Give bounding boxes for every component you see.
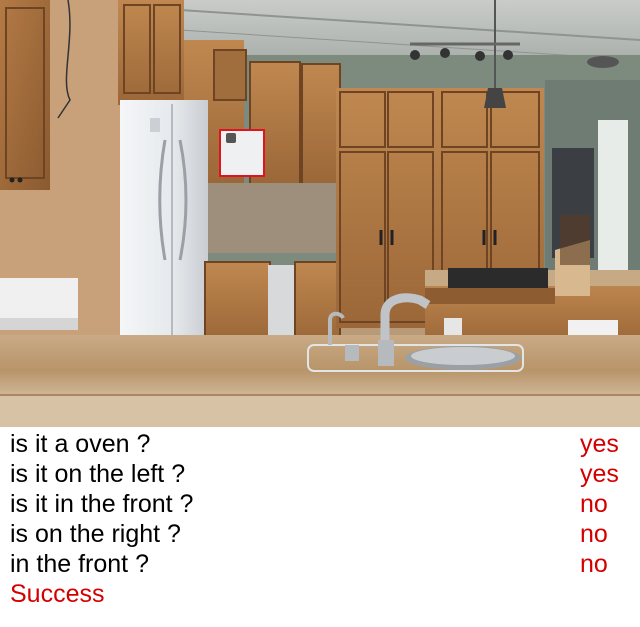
status-text: Success <box>10 580 105 608</box>
answer-text: no <box>580 550 608 578</box>
qa-row: in the front ? no <box>0 549 640 579</box>
qa-row: is it a oven ? yes <box>0 429 640 459</box>
question-text: is on the right ? <box>10 520 181 548</box>
qa-row: is it on the left ? yes <box>0 459 640 489</box>
qa-panel: is it a oven ? yes is it on the left ? y… <box>0 429 640 579</box>
qa-row: is it in the front ? no <box>0 489 640 519</box>
answer-text: yes <box>580 430 619 458</box>
question-text: is it on the left ? <box>10 460 186 488</box>
kitchen-photo <box>0 0 640 427</box>
question-text: is it a oven ? <box>10 430 151 458</box>
answer-text: no <box>580 520 608 548</box>
kitchen-scene <box>0 0 640 427</box>
answer-text: yes <box>580 460 619 488</box>
answer-text: no <box>580 490 608 518</box>
question-text: in the front ? <box>10 550 149 578</box>
qa-row: is on the right ? no <box>0 519 640 549</box>
question-text: is it in the front ? <box>10 490 194 518</box>
